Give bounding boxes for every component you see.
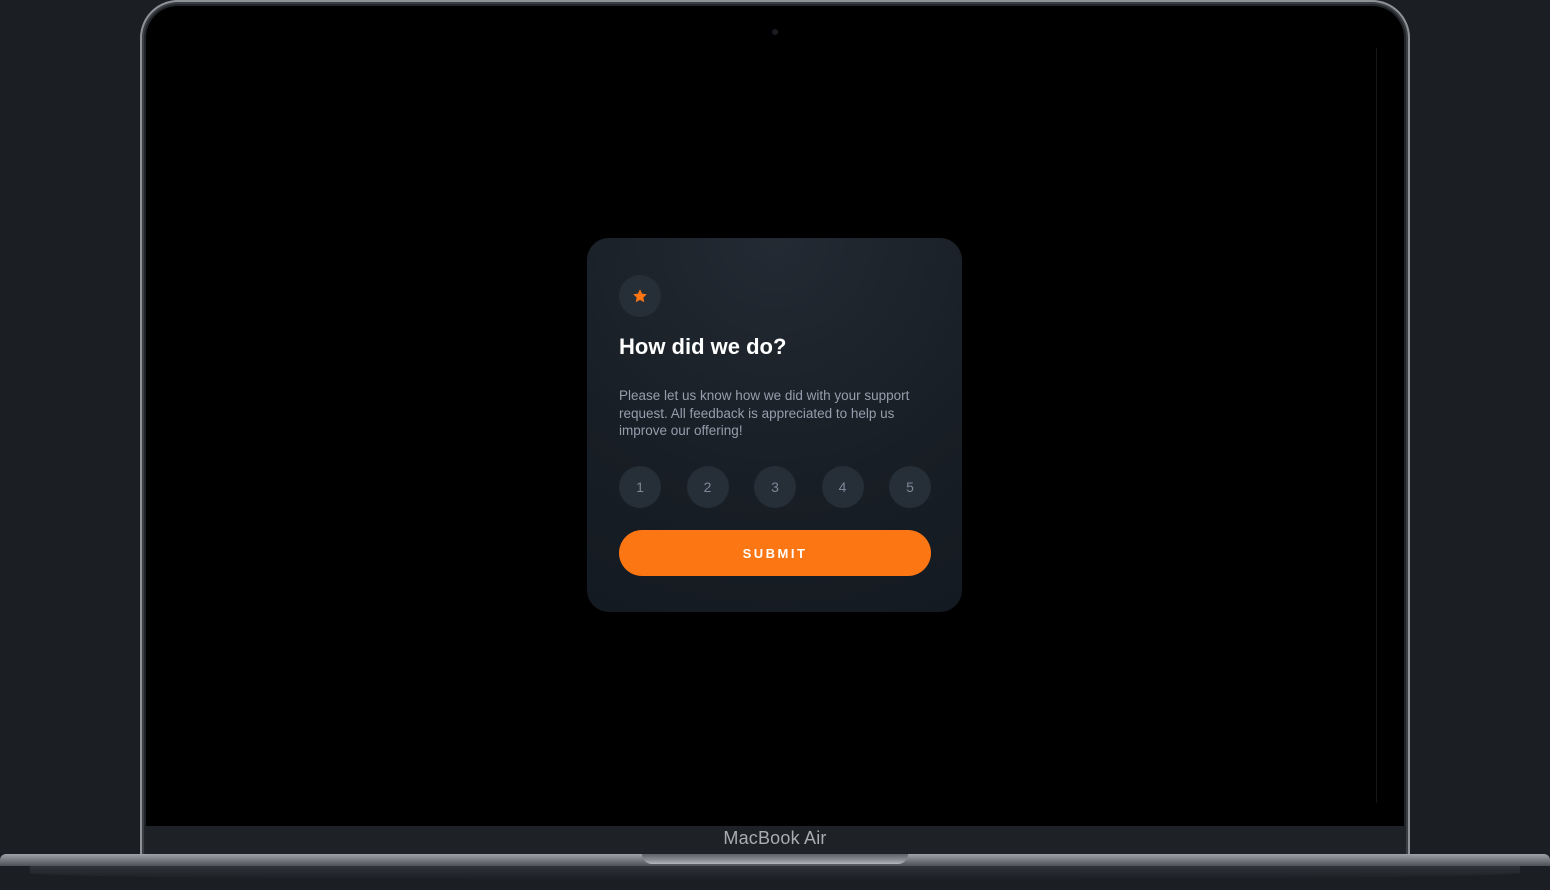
rating-button-3[interactable]: 3 [754, 466, 796, 508]
card-title: How did we do? [619, 334, 787, 359]
card-description: Please let us know how we did with your … [619, 387, 935, 440]
device-brand-label: MacBook Air [723, 828, 827, 848]
description-line: request. All feedback is appreciated to … [619, 405, 895, 421]
laptop-base-notch [642, 854, 908, 864]
rating-button-2[interactable]: 2 [686, 466, 729, 508]
star-badge [619, 275, 661, 317]
rating-options: 1 2 3 4 5 [619, 466, 931, 508]
screen-edge [1376, 48, 1377, 803]
rating-button-5[interactable]: 5 [889, 466, 931, 508]
description-line: improve our offering! [619, 423, 743, 438]
rating-button-1[interactable]: 1 [619, 466, 661, 508]
webcam-icon [772, 29, 778, 35]
stage: MacBook Air How did we do? Please let us… [0, 0, 1550, 890]
star-icon [633, 289, 647, 303]
laptop-base-shadow [30, 866, 1520, 880]
rating-button-4[interactable]: 4 [821, 466, 864, 508]
description-line: Please let us know how we did with your … [619, 388, 910, 403]
submit-button[interactable]: SUBMIT [619, 530, 931, 576]
